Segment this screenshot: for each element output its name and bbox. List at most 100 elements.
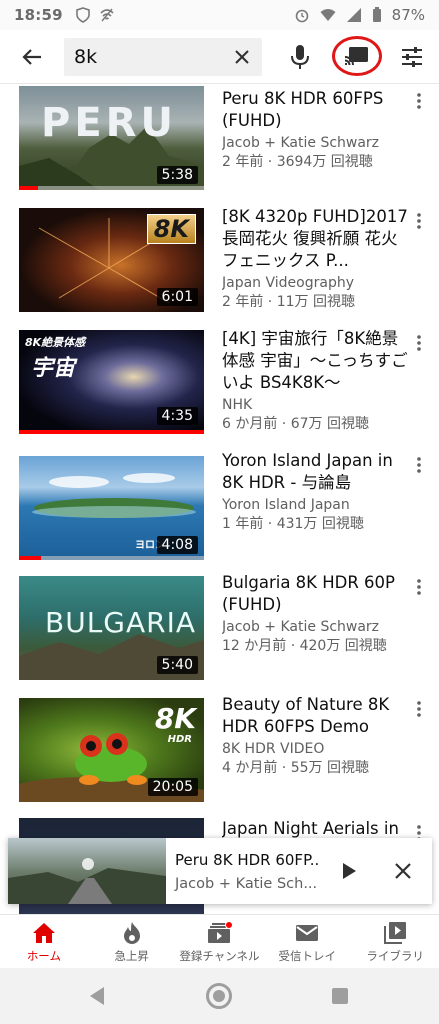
- status-right-icons: 87%: [294, 6, 425, 24]
- more-vert-icon: [417, 335, 421, 351]
- mini-player-play-button[interactable]: [335, 857, 363, 885]
- video-thumbnail[interactable]: 8K 6:01: [19, 208, 204, 312]
- video-title: Bulgaria 8K HDR 60P (FUHD): [222, 573, 396, 614]
- video-more-button[interactable]: [409, 328, 429, 358]
- voice-search-button[interactable]: [282, 38, 318, 76]
- inbox-icon: [294, 920, 320, 946]
- video-title: [4K] 宇宙旅行「8K絶景体感 宇宙」〜こっちすごいよ BS4K8K〜: [222, 329, 408, 392]
- video-title: [8K 4320p FUHD]2017 長岡花火 復興祈願 花火フェニックス P…: [222, 207, 408, 270]
- library-icon: [382, 920, 408, 946]
- video-duration: 20:05: [147, 778, 198, 796]
- video-channel: Jacob + Katie Schwarz: [222, 619, 380, 635]
- clear-search-button[interactable]: [230, 45, 254, 69]
- system-home-button[interactable]: [206, 983, 232, 1009]
- video-meta: Bulgaria 8K HDR 60P (FUHD) Jacob + Katie…: [222, 572, 412, 656]
- video-result[interactable]: 8K絶景体感 宇宙 4:35 [4K] 宇宙旅行「8K絶景体感 宇宙」〜こっちす…: [0, 328, 439, 440]
- video-result[interactable]: PERU 5:38 Peru 8K HDR 60FPS (FUHD) Jacob…: [0, 84, 439, 196]
- video-channel: NHK: [222, 397, 253, 413]
- video-meta: Beauty of Nature 8K HDR 60FPS Demo 8K HD…: [222, 694, 412, 778]
- system-navigation-bar: [0, 968, 439, 1024]
- close-icon: [235, 50, 249, 64]
- video-result[interactable]: ヨロン 4:08 Yoron Island Japan in 8K HDR - …: [0, 450, 439, 562]
- search-results-list: PERU 5:38 Peru 8K HDR 60FPS (FUHD) Jacob…: [0, 84, 439, 914]
- cast-button[interactable]: [332, 36, 382, 76]
- wifi-icon: [320, 9, 336, 21]
- tune-icon: [402, 47, 422, 67]
- video-stats: 2 年前 · 11万 回視聴: [222, 294, 355, 310]
- more-vert-icon: [417, 579, 421, 595]
- video-stats: 4 か月前 · 55万 回視聴: [222, 760, 369, 776]
- nav-trending[interactable]: 急上昇: [88, 915, 176, 968]
- rail-scene-art: [8, 858, 166, 904]
- video-channel: Yoron Island Japan: [222, 497, 350, 513]
- video-stats: 1 年前 · 431万 回視聴: [222, 516, 364, 532]
- arrow-back-icon: [22, 48, 41, 65]
- play-icon: [343, 863, 356, 879]
- battery-percent: 87%: [391, 6, 425, 24]
- more-vert-icon: [417, 93, 421, 109]
- video-more-button[interactable]: [409, 86, 429, 116]
- video-thumbnail[interactable]: 8K HDR 20:05: [19, 698, 204, 802]
- video-meta: [4K] 宇宙旅行「8K絶景体感 宇宙」〜こっちすごいよ BS4K8K〜 NHK…: [222, 328, 412, 434]
- battery-icon: [372, 7, 381, 22]
- thumbnail-text: 8K: [154, 702, 196, 735]
- thumbnail-8k-badge: 8K: [146, 214, 196, 244]
- more-vert-icon: [417, 457, 421, 473]
- system-back-button[interactable]: [88, 986, 106, 1006]
- video-stats: 6 か月前 · 67万 回視聴: [222, 416, 369, 432]
- nav-subscriptions-label: 登録チャンネル: [179, 948, 260, 963]
- nav-trending-label: 急上昇: [114, 948, 149, 963]
- more-vert-icon: [417, 701, 421, 717]
- mini-player-thumbnail[interactable]: [8, 838, 166, 904]
- video-duration: 5:38: [156, 166, 198, 184]
- thumbnail-text-secondary: HDR: [167, 734, 192, 745]
- video-more-button[interactable]: [409, 450, 429, 480]
- video-thumbnail[interactable]: 8K絶景体感 宇宙 4:35: [19, 330, 204, 434]
- video-title: Beauty of Nature 8K HDR 60FPS Demo: [222, 695, 390, 736]
- video-meta: Yoron Island Japan in 8K HDR - 与論島 Yoron…: [222, 450, 412, 534]
- search-input[interactable]: 8k: [64, 38, 262, 76]
- video-duration: 4:08: [156, 536, 198, 554]
- search-filters-button[interactable]: [396, 38, 428, 76]
- alarm-icon: [295, 9, 308, 23]
- video-thumbnail[interactable]: ヨロン 4:08: [19, 456, 204, 560]
- nav-library[interactable]: ライブラリ: [351, 915, 439, 968]
- nav-inbox-label: 受信トレイ: [278, 948, 337, 963]
- video-more-button[interactable]: [409, 206, 429, 236]
- nav-inbox[interactable]: 受信トレイ: [263, 915, 351, 968]
- home-icon: [31, 920, 57, 946]
- system-recents-button[interactable]: [332, 988, 348, 1004]
- video-thumbnail[interactable]: BULGARIA 5:40: [19, 576, 204, 680]
- nav-home[interactable]: ホーム: [0, 915, 88, 968]
- cast-icon: [344, 47, 368, 66]
- microphone-icon: [291, 45, 309, 69]
- video-more-button[interactable]: [409, 572, 429, 602]
- mini-player-channel: Jacob + Katie Sch...: [175, 876, 318, 892]
- mini-player-close-button[interactable]: [389, 857, 417, 885]
- back-button[interactable]: [10, 35, 54, 79]
- search-header: 8k: [0, 30, 439, 84]
- video-more-button[interactable]: [409, 694, 429, 724]
- video-title: Peru 8K HDR 60FPS (FUHD): [222, 89, 384, 130]
- video-duration: 4:35: [156, 407, 198, 425]
- thumbnail-text: PERU: [41, 100, 177, 146]
- nav-subscriptions[interactable]: 登録チャンネル: [176, 915, 264, 968]
- trending-icon: [119, 920, 145, 946]
- mini-player[interactable]: Peru 8K HDR 60FP.. Jacob + Katie Sch...: [8, 838, 432, 904]
- thumbnail-text: BULGARIA: [45, 606, 197, 639]
- video-stats: 2 年前 · 3694万 回視聴: [222, 154, 373, 170]
- status-time: 18:59: [14, 6, 63, 24]
- thumbnail-text: 8K絶景体感: [25, 336, 86, 349]
- video-thumbnail[interactable]: PERU 5:38: [19, 86, 204, 190]
- video-meta: Peru 8K HDR 60FPS (FUHD) Jacob + Katie S…: [222, 88, 412, 172]
- video-meta: Japan Night Aerials in: [222, 818, 412, 840]
- nav-home-label: ホーム: [26, 948, 61, 963]
- search-query: 8k: [74, 46, 98, 68]
- mini-player-title: Peru 8K HDR 60FP..: [175, 851, 320, 869]
- video-result[interactable]: 8K 6:01 [8K 4320p FUHD]2017 長岡花火 復興祈願 花火…: [0, 206, 439, 318]
- video-result[interactable]: 8K HDR 20:05 Beauty of Nature 8K HDR 60F…: [0, 694, 439, 806]
- signal-icon: [346, 8, 361, 22]
- nav-library-label: ライブラリ: [366, 948, 424, 963]
- video-result[interactable]: BULGARIA 5:40 Bulgaria 8K HDR 60P (FUHD)…: [0, 572, 439, 684]
- video-duration: 5:40: [156, 656, 198, 674]
